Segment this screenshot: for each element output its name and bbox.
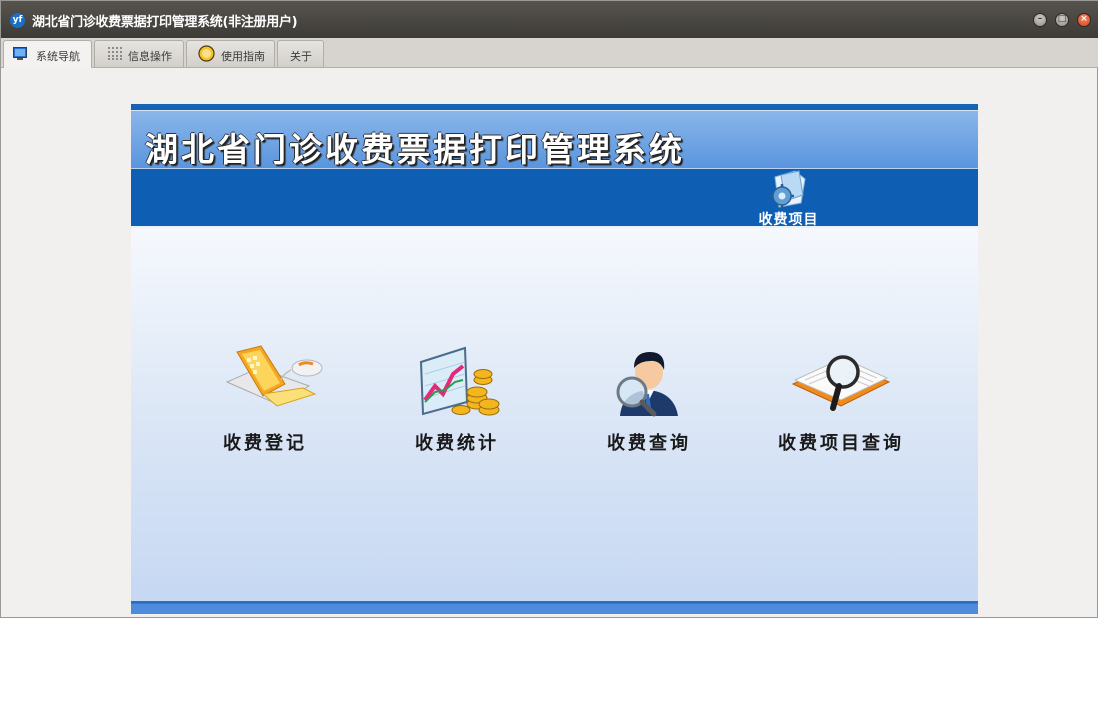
person-magnifier-icon	[616, 352, 678, 417]
app-logo-icon: yf	[10, 13, 25, 28]
tab-info-operation[interactable]: 信息操作	[94, 40, 184, 67]
laptop-mouse-icon	[225, 345, 323, 407]
feature-fee-query[interactable]: 收费查询	[569, 344, 729, 454]
chart-coins-icon	[419, 346, 500, 416]
monitor-icon	[13, 47, 27, 60]
tab-system-navigation[interactable]: 系统导航	[3, 40, 92, 68]
title-bar[interactable]: yf 湖北省门诊收费票据打印管理系统(非注册用户) – □ ×	[1, 1, 1098, 38]
window-title: 湖北省门诊收费票据打印管理系统(非注册用户)	[32, 15, 298, 30]
main-banner: 湖北省门诊收费票据打印管理系统 收费项目 收费登记 收费统计 收费查询 收费项目…	[131, 104, 978, 614]
minimize-button[interactable]: –	[1033, 13, 1047, 27]
tab-label: 使用指南	[221, 50, 265, 63]
banner-title-band: 湖北省门诊收费票据打印管理系统	[131, 110, 978, 169]
book-magnifier-icon	[791, 355, 891, 411]
tab-label: 系统导航	[36, 50, 80, 63]
tab-user-guide[interactable]: 使用指南	[186, 40, 275, 67]
banner-nav-band: 收费项目	[131, 168, 978, 228]
feature-fee-statistics[interactable]: 收费统计	[377, 344, 537, 454]
maximize-button[interactable]: □	[1055, 13, 1069, 27]
guide-icon	[198, 45, 215, 62]
close-icon: ×	[1080, 14, 1088, 24]
feature-label: 收费项目查询	[778, 433, 904, 454]
feature-label: 收费统计	[415, 433, 499, 454]
close-button[interactable]: ×	[1077, 13, 1091, 27]
feature-fee-item-query[interactable]: 收费项目查询	[761, 344, 921, 454]
feature-label: 收费查询	[607, 433, 691, 454]
tab-label: 信息操作	[128, 50, 172, 63]
banner-bottom-stripe	[131, 601, 978, 614]
tab-bar: 系统导航 信息操作 使用指南 关于	[1, 38, 1098, 68]
tab-label: 关于	[290, 50, 312, 63]
nav-item-label: 收费项目	[758, 212, 819, 228]
nav-fee-items-button[interactable]: 收费项目	[751, 169, 831, 228]
maximize-icon: □	[1057, 14, 1067, 24]
grid-icon	[108, 47, 122, 60]
banner-title: 湖北省门诊收费票据打印管理系统	[145, 130, 685, 169]
app-window: yf 湖北省门诊收费票据打印管理系统(非注册用户) – □ × 系统导航 信息操…	[0, 0, 1098, 618]
folder-gear-icon	[770, 170, 806, 208]
tab-about[interactable]: 关于	[277, 40, 324, 67]
feature-label: 收费登记	[223, 433, 307, 454]
minimize-icon: –	[1037, 14, 1043, 24]
feature-fee-registration[interactable]: 收费登记	[185, 344, 345, 454]
